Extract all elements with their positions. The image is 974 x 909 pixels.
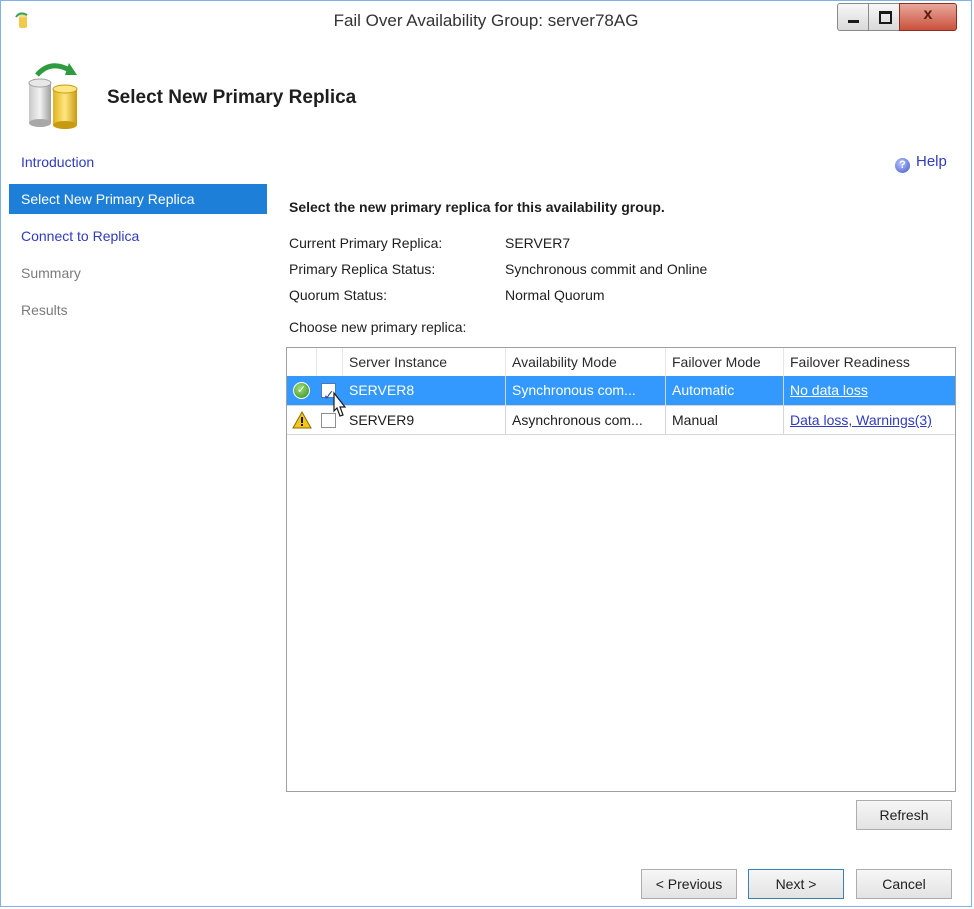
next-button[interactable]: Next > bbox=[748, 869, 844, 899]
replica-checkbox[interactable] bbox=[321, 413, 336, 428]
maximize-icon bbox=[879, 11, 892, 24]
close-button[interactable]: x bbox=[899, 3, 957, 31]
server-instance-cell: SERVER9 bbox=[343, 405, 506, 434]
column-header-failover-mode[interactable]: Failover Mode bbox=[666, 348, 784, 376]
info-row-quorum-status: Quorum Status: Normal Quorum bbox=[289, 285, 707, 311]
availability-mode-cell: Asynchronous com... bbox=[506, 405, 666, 434]
column-header-select bbox=[317, 348, 343, 376]
failover-mode-cell: Automatic bbox=[666, 376, 784, 405]
column-header-availability-mode[interactable]: Availability Mode bbox=[506, 348, 666, 376]
failover-readiness-cell: No data loss bbox=[784, 376, 955, 405]
help-link[interactable]: ? Help bbox=[895, 153, 947, 173]
minimize-icon bbox=[848, 20, 859, 23]
info-value: Normal Quorum bbox=[505, 287, 605, 303]
info-row-current-primary: Current Primary Replica: SERVER7 bbox=[289, 233, 707, 259]
column-header-failover-readiness[interactable]: Failover Readiness bbox=[784, 348, 955, 376]
server-instance-cell: SERVER8 bbox=[343, 376, 506, 405]
warning-icon bbox=[292, 411, 312, 429]
database-failover-icon bbox=[28, 63, 78, 129]
cancel-button[interactable]: Cancel bbox=[856, 869, 952, 899]
help-label: Help bbox=[916, 153, 947, 170]
refresh-button[interactable]: Refresh bbox=[856, 800, 952, 830]
grid-header-row: Server Instance Availability Mode Failov… bbox=[287, 348, 955, 376]
nav-item-select-new-primary-replica[interactable]: Select New Primary Replica bbox=[9, 184, 267, 214]
column-header-status bbox=[287, 348, 317, 376]
maximize-button[interactable] bbox=[868, 3, 900, 31]
status-cell bbox=[287, 405, 317, 434]
info-value: Synchronous commit and Online bbox=[505, 261, 708, 277]
info-row-primary-status: Primary Replica Status: Synchronous commi… bbox=[289, 259, 707, 285]
minimize-button[interactable] bbox=[837, 3, 869, 31]
nav-item-results: Results bbox=[21, 302, 68, 318]
title-bar[interactable]: Fail Over Availability Group: server78AG… bbox=[1, 1, 971, 41]
failover-mode-cell: Manual bbox=[666, 405, 784, 434]
previous-button[interactable]: < Previous bbox=[641, 869, 737, 899]
nav-item-connect-to-replica[interactable]: Connect to Replica bbox=[9, 221, 267, 251]
nav-item-introduction[interactable]: Introduction bbox=[9, 147, 267, 177]
readiness-link[interactable]: Data loss, Warnings(3) bbox=[790, 412, 932, 428]
check-circle-icon: ✓ bbox=[293, 382, 310, 399]
page-title: Select New Primary Replica bbox=[107, 87, 357, 108]
availability-mode-cell: Synchronous com... bbox=[506, 376, 666, 405]
replica-info: Current Primary Replica: SERVER7 Primary … bbox=[289, 233, 707, 311]
failover-readiness-cell: Data loss, Warnings(3) bbox=[784, 405, 955, 434]
window-title: Fail Over Availability Group: server78AG bbox=[333, 11, 639, 30]
select-cell bbox=[317, 376, 343, 405]
failover-wizard-window: Fail Over Availability Group: server78AG… bbox=[0, 0, 972, 907]
nav-item-summary: Summary bbox=[21, 265, 81, 281]
info-value: SERVER7 bbox=[505, 235, 571, 251]
instruction-text: Select the new primary replica for this … bbox=[289, 199, 665, 215]
table-row[interactable]: SERVER9 Asynchronous com... Manual Data … bbox=[287, 405, 955, 435]
help-icon: ? bbox=[895, 158, 910, 173]
readiness-link[interactable]: No data loss bbox=[790, 382, 868, 398]
info-label: Quorum Status: bbox=[289, 287, 388, 303]
wizard-nav: Introduction Select New Primary Replica … bbox=[9, 147, 267, 332]
info-label: Current Primary Replica: bbox=[289, 235, 443, 251]
close-icon: x bbox=[923, 6, 933, 23]
info-label: Primary Replica Status: bbox=[289, 261, 436, 277]
choose-replica-label: Choose new primary replica: bbox=[289, 319, 467, 335]
replica-checkbox[interactable] bbox=[321, 381, 336, 405]
replica-grid: Server Instance Availability Mode Failov… bbox=[286, 347, 956, 792]
status-cell: ✓ bbox=[287, 376, 317, 405]
column-header-server-instance[interactable]: Server Instance bbox=[343, 348, 506, 376]
table-row[interactable]: ✓ SERVER8 Synchronous com... Automatic N… bbox=[287, 376, 955, 405]
select-cell bbox=[317, 405, 343, 434]
